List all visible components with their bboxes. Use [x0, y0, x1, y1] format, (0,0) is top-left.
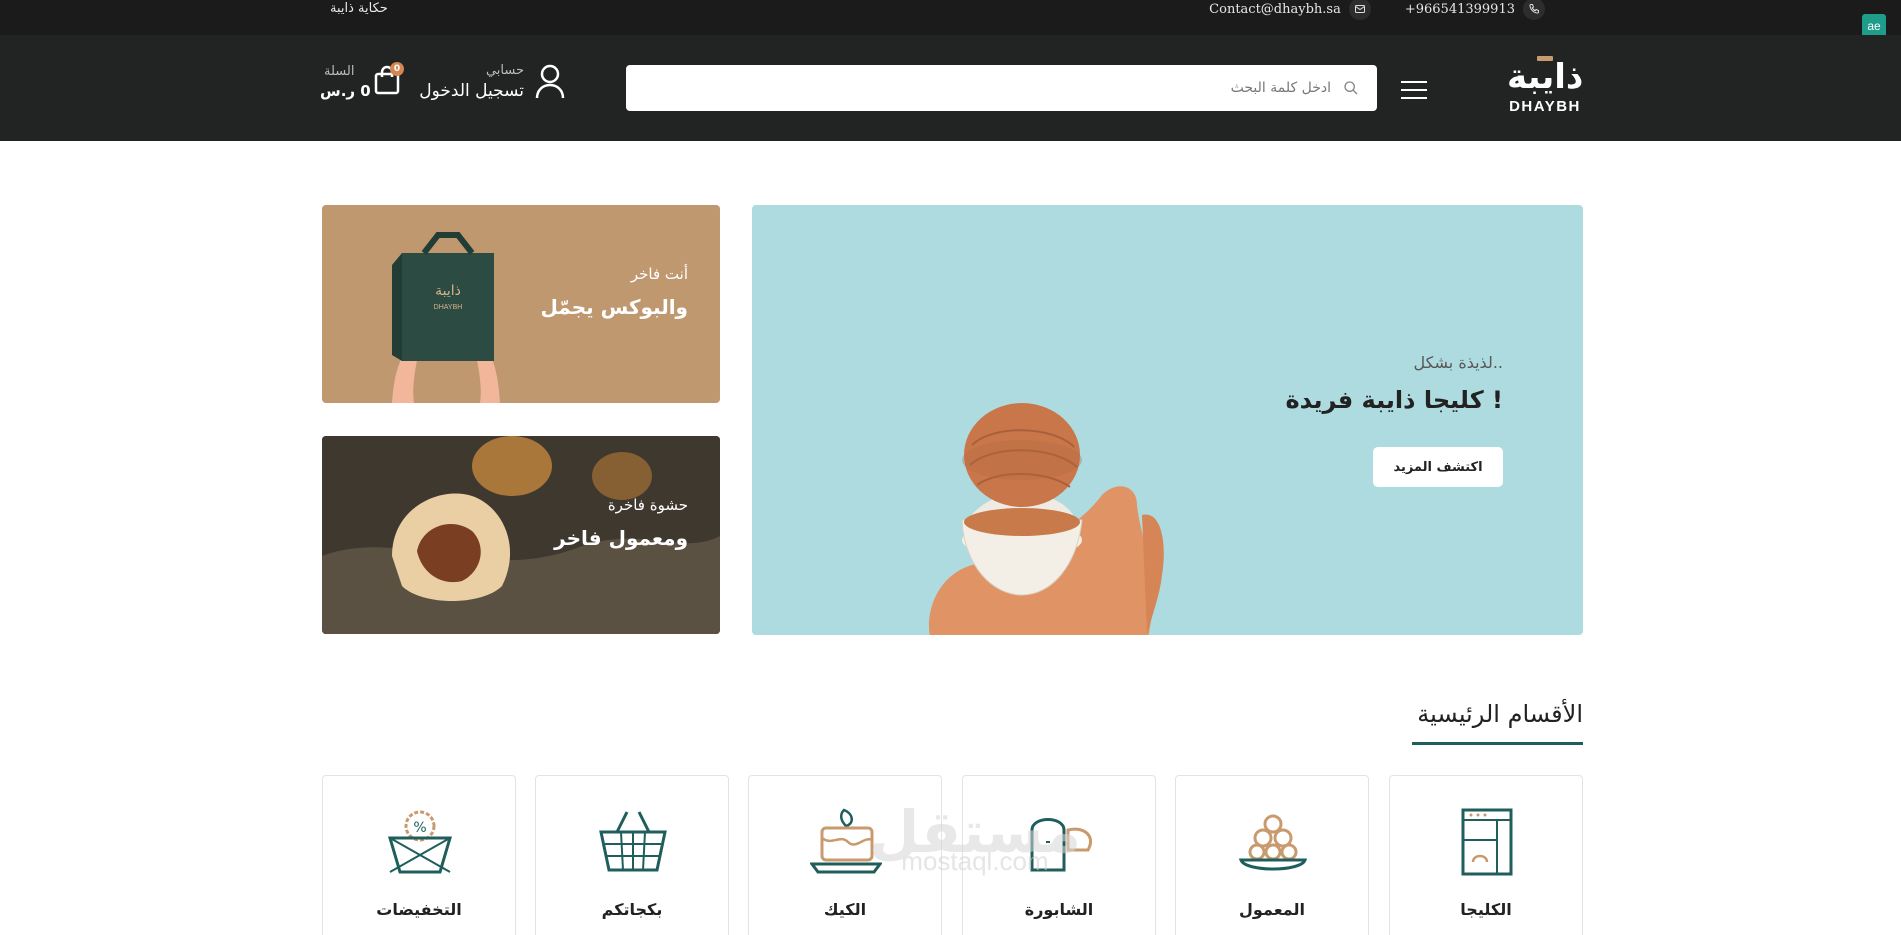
kleija-hand-image — [928, 403, 1164, 635]
phone-number[interactable]: +966541399913 — [1405, 2, 1515, 17]
discount-icon: % — [387, 810, 453, 874]
main-header: ذايبة DHAYBH حسابي تسجيل الدخول 0 السلة … — [0, 35, 1901, 141]
search-bar — [626, 65, 1377, 111]
category-card-discounts[interactable]: % التخفيضات — [322, 775, 516, 935]
cart-total: 0 ر.س — [320, 82, 371, 100]
svg-text:DHAYBH: DHAYBH — [434, 304, 463, 311]
phone-icon — [1523, 0, 1545, 20]
account-login[interactable]: حسابي تسجيل الدخول — [419, 60, 566, 112]
logo-latin: DHAYBH — [1509, 98, 1581, 115]
category-card-kleija[interactable]: الكليجا — [1389, 775, 1583, 935]
section-underline — [1412, 742, 1583, 745]
promo-subtitle: حشوة فاخرة — [607, 496, 688, 514]
cart-label: السلة — [324, 64, 355, 79]
category-label: الكليجا — [1460, 900, 1512, 919]
promo-maamoul-banner[interactable]: حشوة فاخرة ومعمول فاخر — [322, 436, 720, 634]
category-label: الكيك — [823, 900, 867, 919]
search-input[interactable] — [626, 65, 1377, 111]
logo-mark — [1537, 56, 1553, 61]
maamoul-icon — [1238, 814, 1308, 871]
category-card-maamoul[interactable]: المعمول — [1175, 775, 1369, 935]
category-card-cake[interactable]: الكيك — [748, 775, 942, 935]
section-title: الأقسام الرئيسية — [1417, 700, 1583, 728]
story-link[interactable]: حكاية ذايبة — [330, 1, 388, 16]
promo-title: والبوكس يجمّل — [540, 295, 688, 319]
category-label: بكجاتكم — [601, 900, 663, 919]
category-label: التخفيضات — [376, 900, 462, 919]
hero-subtitle: لذيذة بشكل.. — [1413, 353, 1503, 372]
svg-text:ذايبة: ذايبة — [435, 283, 461, 299]
login-label: تسجيل الدخول — [419, 81, 524, 101]
promo-title: ومعمول فاخر — [554, 526, 688, 550]
discover-more-button[interactable]: اكتشف المزيد — [1373, 447, 1503, 487]
top-bar: حكاية ذايبة +966541399913 Contact@dhaybh… — [0, 0, 1901, 35]
cart-button[interactable]: 0 السلة 0 ر.س — [318, 60, 404, 112]
promo-subtitle: أنت فاخر — [630, 265, 688, 283]
promo-box-banner[interactable]: ذايبة DHAYBH أنت فاخر والبوكس يجمّل — [322, 205, 720, 403]
search-icon[interactable] — [1343, 80, 1359, 100]
category-label: الشابورة — [1024, 900, 1094, 919]
mail-icon — [1348, 0, 1371, 20]
logo[interactable]: ذايبة DHAYBH — [1507, 56, 1584, 118]
category-card-packages[interactable]: بكجاتكم — [535, 775, 729, 935]
category-label: المعمول — [1239, 900, 1305, 919]
kleija-icon — [1461, 808, 1513, 876]
menu-icon[interactable] — [1401, 81, 1427, 99]
bread-icon — [1030, 818, 1092, 872]
hero-banner[interactable]: لذيذة بشكل.. كليجا ذايبة فريدة ! اكتشف ا… — [752, 205, 1583, 635]
hero-title: كليجا ذايبة فريدة ! — [1285, 386, 1503, 414]
account-label: حسابي — [485, 63, 524, 78]
cart-count-badge: 0 — [390, 62, 404, 76]
svg-text:%: % — [413, 820, 426, 836]
basket-icon — [599, 811, 667, 872]
cake-icon — [810, 808, 882, 874]
user-icon — [534, 64, 566, 104]
logo-arabic: ذايبة — [1507, 57, 1584, 97]
category-card-bread[interactable]: الشابورة — [962, 775, 1156, 935]
contact-info: +966541399913 Contact@dhaybh.sa — [1209, 0, 1545, 20]
email-address[interactable]: Contact@dhaybh.sa — [1209, 2, 1341, 17]
